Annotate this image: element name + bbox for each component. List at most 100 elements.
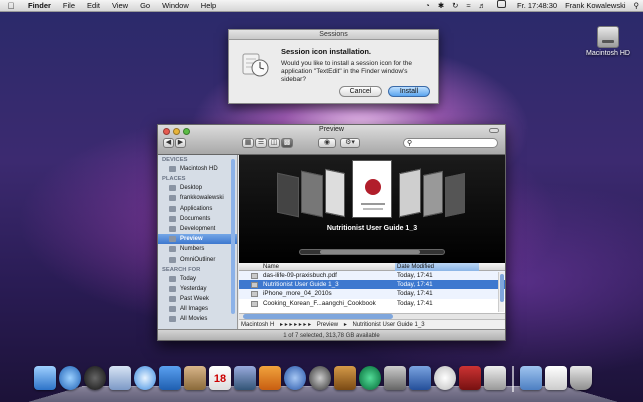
- trash-icon[interactable]: [570, 366, 592, 390]
- list-item[interactable]: Cooking_Korean_F...aangchi_Cookbook Today…: [239, 299, 505, 308]
- bluetooth-icon[interactable]: ✱: [434, 0, 448, 12]
- facetime-icon[interactable]: [159, 366, 181, 390]
- sidebar-item-desktop[interactable]: Desktop: [158, 183, 237, 193]
- cover-thumbnail[interactable]: [277, 172, 299, 218]
- cover-selected-document[interactable]: [352, 160, 392, 218]
- battery-icon[interactable]: [490, 0, 513, 12]
- path-item-preview[interactable]: Preview: [315, 322, 340, 328]
- omnioutliner-icon: [169, 256, 176, 263]
- action-gear-icon[interactable]: ⚙▾: [340, 138, 360, 148]
- pdf-file-icon: [251, 300, 258, 307]
- menu-edit[interactable]: Edit: [81, 0, 106, 12]
- menu-help[interactable]: Help: [195, 0, 222, 12]
- volume-icon[interactable]: ♬: [475, 0, 491, 12]
- safari-icon[interactable]: [134, 366, 156, 390]
- sidebar-scrollbar[interactable]: [231, 155, 236, 329]
- applications-icon: [169, 205, 176, 212]
- ical-icon[interactable]: 18: [209, 366, 231, 390]
- list-vertical-scrollbar[interactable]: [498, 272, 504, 312]
- sidebar-item-past-week[interactable]: Past Week: [158, 294, 237, 304]
- sidebar-item-numbers[interactable]: Numbers: [158, 244, 237, 254]
- itunes-icon[interactable]: [284, 366, 306, 390]
- quicklook-eye-icon[interactable]: ◉: [318, 138, 336, 148]
- path-item-macintosh-hd[interactable]: Macintosh H: [239, 322, 276, 328]
- sidebar-item-macintosh-hd[interactable]: Macintosh HD: [158, 164, 237, 174]
- documents-stack-icon[interactable]: [545, 366, 567, 390]
- desktop-volume[interactable]: Macintosh HD: [584, 26, 632, 57]
- user-name[interactable]: Frank Kowalewski: [561, 0, 629, 12]
- preview-icon[interactable]: [384, 366, 406, 390]
- window-title: Preview: [319, 126, 344, 133]
- applications-folder-icon[interactable]: [520, 366, 542, 390]
- sidebar-item-today[interactable]: Today: [158, 274, 237, 284]
- column-date-modified[interactable]: Date Modified: [395, 263, 479, 271]
- cover-thumbnail[interactable]: [445, 172, 465, 218]
- sidebar-header-devices: DEVICES: [162, 157, 188, 163]
- back-icon[interactable]: ◀: [163, 138, 174, 148]
- list-item-selected[interactable]: Nutritionist User Guide 1_3 Today, 17:41: [239, 280, 505, 290]
- cancel-button[interactable]: Cancel: [339, 86, 382, 97]
- cover-thumbnail[interactable]: [423, 170, 443, 218]
- column-name[interactable]: Name: [263, 263, 279, 271]
- menu-finder[interactable]: Finder: [22, 0, 57, 12]
- cover-thumbnail[interactable]: [325, 168, 345, 218]
- address-book-icon[interactable]: [184, 366, 206, 390]
- path-item-document[interactable]: Nutritionist User Guide 1_3: [351, 322, 427, 328]
- clock[interactable]: Fr. 17:48:30: [513, 0, 561, 12]
- path-separator-icon: ▸: [343, 322, 347, 328]
- iphoto-icon[interactable]: [234, 366, 256, 390]
- utilities-icon[interactable]: [484, 366, 506, 390]
- sidebar-item-all-movies[interactable]: All Movies: [158, 314, 237, 324]
- menu-view[interactable]: View: [106, 0, 134, 12]
- sidebar-item-home[interactable]: frankkowalewski: [158, 193, 237, 203]
- mail-icon[interactable]: [109, 366, 131, 390]
- time-machine-icon[interactable]: ◔: [421, 0, 434, 12]
- smart-folder-icon: [169, 316, 176, 323]
- menu-extras: ◔ ✱ ↻ ≈ ♬ Fr. 17:48:30 Frank Kowalewski …: [421, 0, 643, 12]
- coverflow-view[interactable]: Nutritionist User Guide 1_3: [239, 155, 505, 263]
- search-input[interactable]: ⚲: [403, 138, 498, 148]
- dictionary-icon[interactable]: [459, 366, 481, 390]
- quicktime-icon[interactable]: [309, 366, 331, 390]
- dashboard-icon[interactable]: [84, 366, 106, 390]
- apple-menu-icon[interactable]: : [0, 1, 22, 11]
- garageband-photo-icon[interactable]: [259, 366, 281, 390]
- wifi-icon[interactable]: ≈: [462, 0, 474, 12]
- clock-icon[interactable]: [434, 366, 456, 390]
- sync-icon[interactable]: ↻: [448, 0, 462, 12]
- finder-toolbar: Preview ◀ ▶ ▦ ☰ ◫ ▩ ◉ ⚙▾ ⚲: [158, 125, 505, 155]
- time-machine-icon[interactable]: [359, 366, 381, 390]
- cover-thumbnail[interactable]: [301, 170, 323, 218]
- sidebar-item-preview[interactable]: Preview: [158, 234, 237, 245]
- menu-window[interactable]: Window: [156, 0, 195, 12]
- file-list: Name Date Modified das-ilife-09-praxisbu…: [239, 263, 505, 313]
- menu-go[interactable]: Go: [134, 0, 156, 12]
- xcode-icon[interactable]: [409, 366, 431, 390]
- menu-file[interactable]: File: [57, 0, 81, 12]
- list-item[interactable]: das-ilife-09-praxisbuch.pdf Today, 17:41: [239, 271, 505, 281]
- clock-icon: [169, 285, 176, 292]
- forward-icon[interactable]: ▶: [175, 138, 186, 148]
- guitar-icon[interactable]: [334, 366, 356, 390]
- finder-icon[interactable]: [34, 366, 56, 390]
- app-store-icon[interactable]: [59, 366, 81, 390]
- toolbar-toggle-button[interactable]: [489, 128, 499, 133]
- coverflow-scrollbar[interactable]: [299, 249, 445, 255]
- sidebar-item-applications[interactable]: Applications: [158, 204, 237, 214]
- list-view-icon[interactable]: ☰: [255, 138, 267, 148]
- coverflow-view-icon[interactable]: ▩: [281, 138, 293, 148]
- sidebar-item-all-images[interactable]: All Images: [158, 304, 237, 314]
- spotlight-icon[interactable]: ⚲: [630, 0, 643, 12]
- cover-thumbnail[interactable]: [399, 168, 421, 218]
- column-view-icon[interactable]: ◫: [268, 138, 280, 148]
- sidebar-item-documents[interactable]: Documents: [158, 214, 237, 224]
- sidebar-item-yesterday[interactable]: Yesterday: [158, 284, 237, 294]
- sidebar-item-development[interactable]: Development: [158, 224, 237, 234]
- icon-view-icon[interactable]: ▦: [242, 138, 254, 148]
- sidebar-item-omnioutliner[interactable]: OmniOutliner: [158, 255, 237, 265]
- list-item[interactable]: iPhone_more_04_2010s Today, 17:41: [239, 289, 505, 299]
- install-button[interactable]: Install: [388, 86, 430, 97]
- sidebar-header-places: PLACES: [162, 176, 186, 183]
- clock-icon: [169, 296, 176, 303]
- list-header: Name Date Modified: [239, 263, 505, 271]
